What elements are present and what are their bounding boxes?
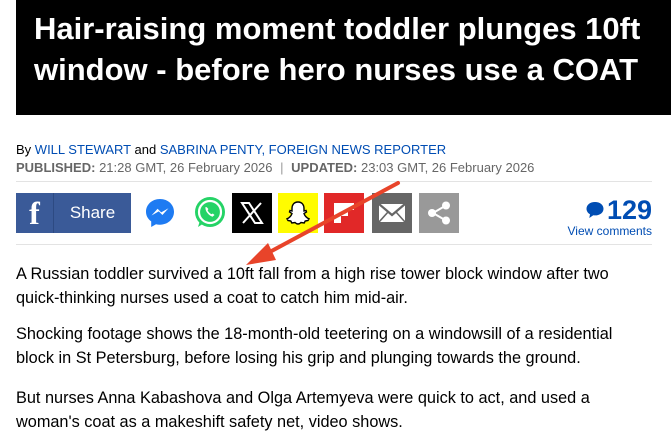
article-headline: Hair-raising moment toddler plunges 10ft…: [34, 8, 640, 90]
snapchat-icon: [285, 201, 311, 225]
messenger-icon: [146, 199, 174, 227]
headline-line-1: Hair-raising moment toddler plunges 10ft: [34, 11, 641, 46]
date-separator: |: [280, 160, 284, 175]
headline-banner: Hair-raising moment toddler plunges 10ft…: [16, 0, 671, 115]
facebook-share-label: Share: [69, 203, 116, 222]
article-paragraph-2: Shocking footage shows the 18-month-old …: [16, 325, 613, 367]
x-icon: [240, 202, 264, 224]
share-icon: [428, 201, 450, 225]
comments-count: 129: [606, 195, 652, 225]
messenger-share-button[interactable]: [140, 193, 180, 233]
byline-prefix: By: [16, 142, 32, 157]
published-timestamp: 21:28 GMT, 26 February 2026: [99, 160, 273, 175]
whatsapp-icon: [195, 197, 225, 227]
facebook-share-button[interactable]: f Share: [16, 193, 131, 233]
headline-line-2: window - before hero nurses use a COAT: [34, 52, 639, 87]
email-icon: [378, 203, 406, 223]
updated-timestamp: 23:03 GMT, 26 February 2026: [360, 160, 535, 175]
byline-joiner: and: [134, 142, 157, 157]
whatsapp-share-button[interactable]: [190, 193, 230, 233]
byline: By WILL STEWART and SABRINA PENTY, FOREI…: [16, 142, 446, 158]
divider-bottom: [16, 244, 652, 245]
flipboard-share-button[interactable]: [324, 193, 364, 233]
facebook-icon: f: [29, 194, 40, 231]
article-paragraph-3: But nurses Anna Kabashova and Olga Artem…: [16, 389, 590, 431]
x-share-button[interactable]: [232, 193, 272, 233]
author-link-will-stewart[interactable]: WILL STEWART: [35, 142, 131, 157]
flipboard-icon: [334, 203, 354, 223]
updated-label: UPDATED:: [291, 160, 358, 175]
comment-bubble-icon: [586, 202, 604, 218]
article-dates: PUBLISHED: 21:28 GMT, 26 February 2026 |…: [16, 160, 534, 176]
article-paragraph-1: A Russian toddler survived a 10ft fall f…: [16, 265, 609, 307]
author-link-sabrina-penty[interactable]: SABRINA PENTY, FOREIGN NEWS REPORTER: [160, 142, 446, 157]
more-share-button[interactable]: [419, 193, 459, 233]
comments-widget[interactable]: 129 View comments: [568, 196, 652, 238]
email-share-button[interactable]: [372, 193, 412, 233]
view-comments-link[interactable]: View comments: [568, 224, 652, 238]
divider-top: [16, 181, 652, 182]
published-label: PUBLISHED:: [16, 160, 96, 175]
comments-count-row: 129: [568, 196, 652, 224]
snapchat-share-button[interactable]: [278, 193, 318, 233]
